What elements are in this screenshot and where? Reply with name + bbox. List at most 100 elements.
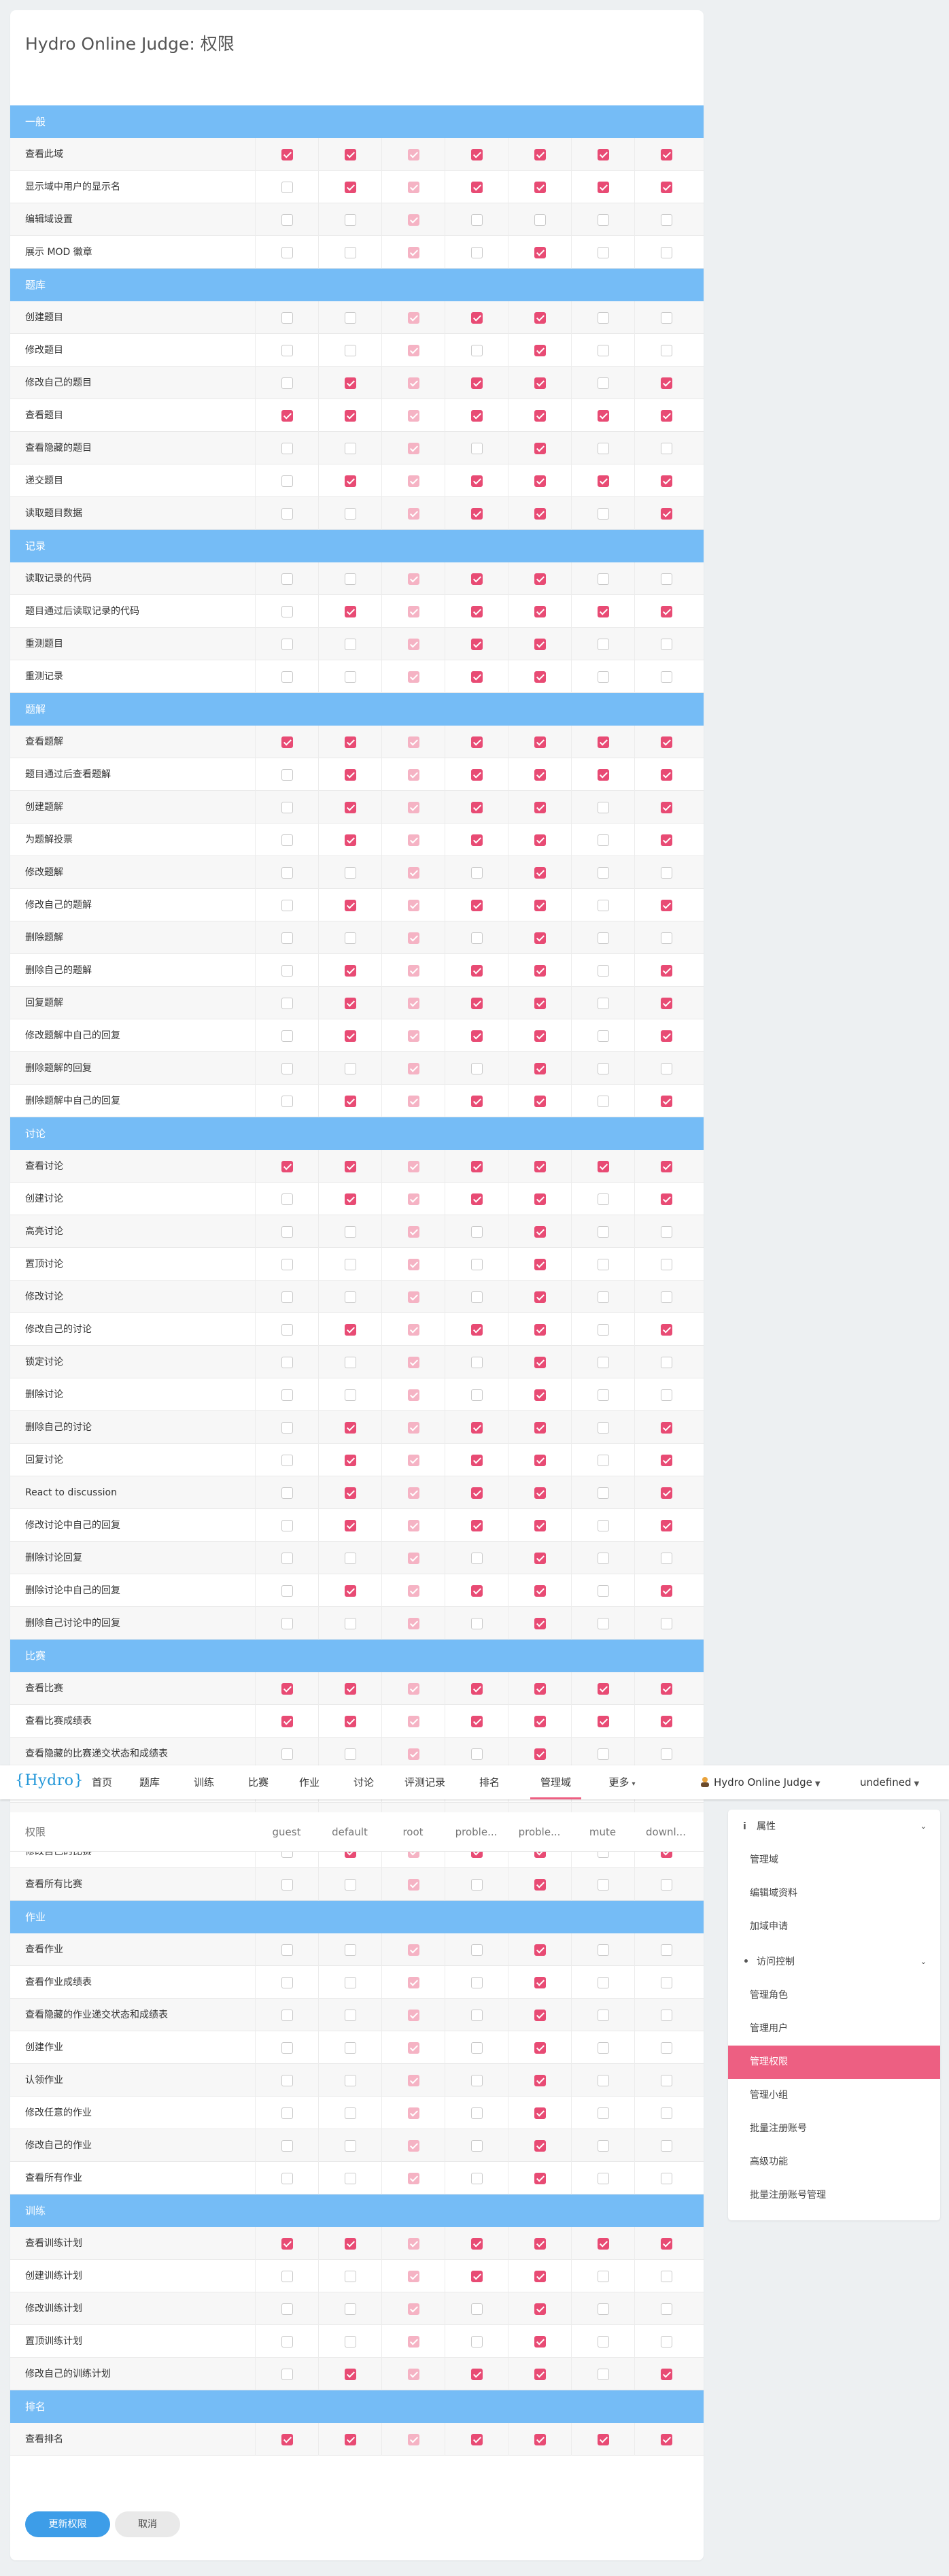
permission-checkbox[interactable]: [471, 1585, 483, 1597]
permission-checkbox[interactable]: [471, 1977, 483, 1988]
permission-checkbox[interactable]: [598, 1553, 609, 1564]
permission-checkbox[interactable]: [345, 2173, 356, 2184]
sidebar-item[interactable]: 编辑域资料: [728, 1877, 940, 1910]
permission-checkbox[interactable]: [534, 1585, 546, 1597]
permission-checkbox[interactable]: [534, 1879, 546, 1891]
permission-checkbox[interactable]: [345, 149, 356, 160]
permission-checkbox[interactable]: [661, 1716, 672, 1727]
permission-checkbox[interactable]: [471, 2107, 483, 2119]
permission-checkbox[interactable]: [345, 2140, 356, 2152]
permission-checkbox[interactable]: [281, 1585, 293, 1597]
permission-checkbox[interactable]: [661, 1585, 672, 1597]
permission-checkbox[interactable]: [471, 2042, 483, 2054]
permission-checkbox[interactable]: [471, 182, 483, 193]
permission-checkbox[interactable]: [281, 475, 293, 487]
permission-checkbox[interactable]: [281, 2369, 293, 2380]
permission-checkbox[interactable]: [534, 2336, 546, 2348]
permission-checkbox[interactable]: [598, 1748, 609, 1760]
permission-checkbox[interactable]: [281, 1193, 293, 1205]
permission-checkbox[interactable]: [598, 1324, 609, 1336]
permission-checkbox[interactable]: [598, 1455, 609, 1466]
permission-checkbox[interactable]: [661, 475, 672, 487]
permission-checkbox[interactable]: [661, 1553, 672, 1564]
sidebar-item[interactable]: 批量注册账号管理: [728, 2179, 940, 2212]
permission-checkbox[interactable]: [598, 1357, 609, 1368]
permission-checkbox[interactable]: [534, 867, 546, 879]
permission-checkbox[interactable]: [345, 671, 356, 683]
permission-checkbox[interactable]: [345, 802, 356, 813]
nav-item[interactable]: 作业: [292, 1765, 326, 1799]
permission-checkbox[interactable]: [534, 1063, 546, 1074]
permission-checkbox[interactable]: [661, 965, 672, 977]
permission-checkbox[interactable]: [471, 736, 483, 748]
permission-checkbox[interactable]: [598, 1683, 609, 1695]
permission-checkbox[interactable]: [281, 1226, 293, 1238]
permission-checkbox[interactable]: [598, 475, 609, 487]
permission-checkbox[interactable]: [661, 1389, 672, 1401]
permission-checkbox[interactable]: [345, 834, 356, 846]
permission-checkbox[interactable]: [598, 149, 609, 160]
permission-checkbox[interactable]: [598, 932, 609, 944]
permission-checkbox[interactable]: [661, 1226, 672, 1238]
nav-item[interactable]: 评测记录: [398, 1765, 452, 1799]
permission-checkbox[interactable]: [661, 312, 672, 324]
permission-checkbox[interactable]: [661, 2107, 672, 2119]
permission-checkbox[interactable]: [598, 671, 609, 683]
permission-checkbox[interactable]: [281, 182, 293, 193]
permission-checkbox[interactable]: [598, 1259, 609, 1270]
permission-checkbox[interactable]: [598, 1291, 609, 1303]
permission-checkbox[interactable]: [661, 443, 672, 454]
permission-checkbox[interactable]: [471, 2010, 483, 2021]
permission-checkbox[interactable]: [661, 802, 672, 813]
permission-checkbox[interactable]: [534, 1324, 546, 1336]
permission-checkbox[interactable]: [345, 312, 356, 324]
permission-checkbox[interactable]: [598, 965, 609, 977]
sidebar-group-header[interactable]: i 属性 ⌄: [728, 1810, 940, 1844]
permission-checkbox[interactable]: [281, 1161, 293, 1172]
permission-checkbox[interactable]: [281, 1618, 293, 1629]
permission-checkbox[interactable]: [598, 867, 609, 879]
permission-checkbox[interactable]: [345, 1520, 356, 1531]
permission-checkbox[interactable]: [345, 508, 356, 520]
permission-checkbox[interactable]: [598, 1389, 609, 1401]
permission-checkbox[interactable]: [281, 2107, 293, 2119]
permission-checkbox[interactable]: [534, 312, 546, 324]
permission-checkbox[interactable]: [598, 2434, 609, 2445]
permission-checkbox[interactable]: [281, 1748, 293, 1760]
permission-checkbox[interactable]: [534, 1226, 546, 1238]
permission-checkbox[interactable]: [345, 932, 356, 944]
sidebar-item[interactable]: 管理域: [728, 1844, 940, 1877]
permission-checkbox[interactable]: [661, 1520, 672, 1531]
permission-checkbox[interactable]: [661, 867, 672, 879]
permission-checkbox[interactable]: [281, 1291, 293, 1303]
permission-checkbox[interactable]: [598, 736, 609, 748]
permission-checkbox[interactable]: [534, 1455, 546, 1466]
sidebar-group-header[interactable]: • 访问控制 ⌄: [728, 1945, 940, 1979]
permission-checkbox[interactable]: [661, 736, 672, 748]
permission-checkbox[interactable]: [534, 1422, 546, 1434]
permission-checkbox[interactable]: [598, 998, 609, 1009]
permission-checkbox[interactable]: [661, 1977, 672, 1988]
permission-checkbox[interactable]: [661, 2075, 672, 2086]
permission-checkbox[interactable]: [345, 2042, 356, 2054]
permission-checkbox[interactable]: [661, 2369, 672, 2380]
permission-checkbox[interactable]: [598, 2271, 609, 2282]
permission-checkbox[interactable]: [661, 932, 672, 944]
permission-checkbox[interactable]: [281, 2075, 293, 2086]
permission-checkbox[interactable]: [471, 1193, 483, 1205]
permission-checkbox[interactable]: [471, 508, 483, 520]
permission-checkbox[interactable]: [345, 214, 356, 226]
permission-checkbox[interactable]: [661, 639, 672, 650]
nav-item[interactable]: 更多 ▾: [602, 1765, 642, 1799]
permission-checkbox[interactable]: [345, 1748, 356, 1760]
permission-checkbox[interactable]: [471, 1487, 483, 1499]
permission-checkbox[interactable]: [345, 1030, 356, 1042]
permission-checkbox[interactable]: [534, 214, 546, 226]
permission-checkbox[interactable]: [661, 2173, 672, 2184]
permission-checkbox[interactable]: [281, 639, 293, 650]
nav-item[interactable]: 训练: [187, 1765, 221, 1799]
permission-checkbox[interactable]: [281, 1030, 293, 1042]
permission-checkbox[interactable]: [281, 769, 293, 781]
permission-checkbox[interactable]: [281, 2042, 293, 2054]
permission-checkbox[interactable]: [281, 2434, 293, 2445]
